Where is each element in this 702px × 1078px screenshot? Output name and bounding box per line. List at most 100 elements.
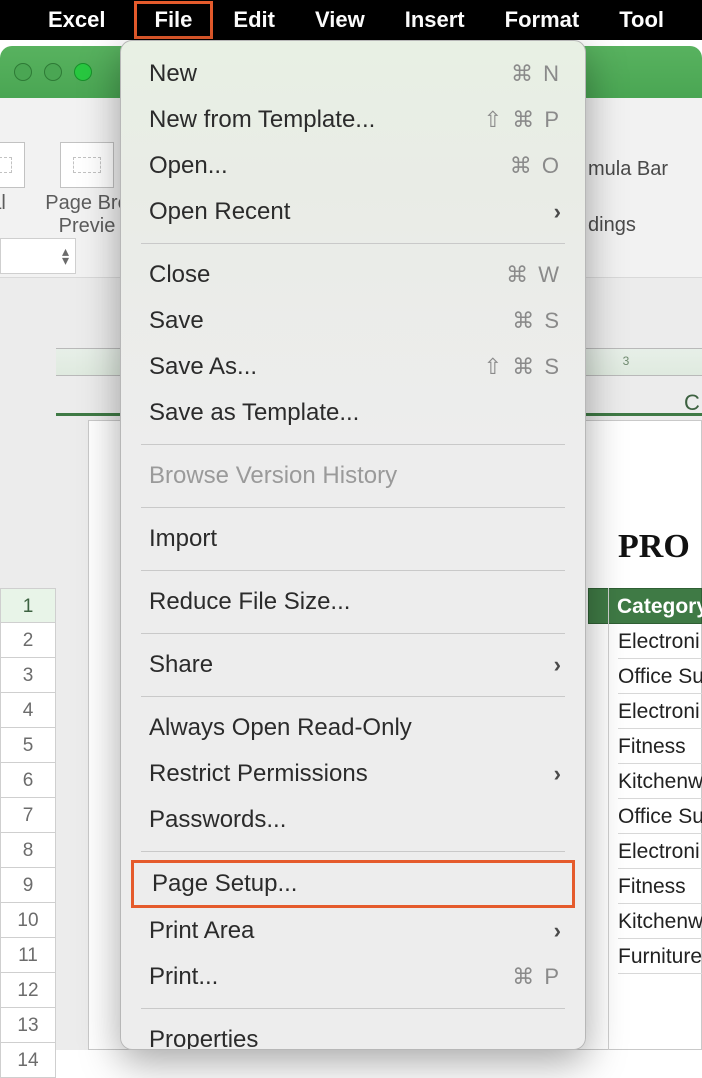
name-box[interactable]: ▴ ▾ xyxy=(0,238,76,274)
menu-item-label: Print Area xyxy=(149,917,254,945)
row-header-9[interactable]: 9 xyxy=(0,868,56,903)
chevron-down-icon[interactable]: ▾ xyxy=(62,256,69,265)
menu-item-label: Open... xyxy=(149,152,228,180)
menu-item-shortcut: ⌘ O xyxy=(510,153,561,179)
row-header-13[interactable]: 13 xyxy=(0,1008,56,1043)
menu-item-reduce-file-size[interactable]: Reduce File Size... xyxy=(121,579,585,625)
chevron-right-icon: › xyxy=(554,761,561,787)
menu-item-new-from-template[interactable]: New from Template...⇧ ⌘ P xyxy=(121,97,585,143)
menu-item-import[interactable]: Import xyxy=(121,516,585,562)
cell-category-r4[interactable]: Electroni xyxy=(618,694,702,729)
menubar-item-insert[interactable]: Insert xyxy=(385,1,485,39)
menu-item-shortcut: ⌘ P xyxy=(512,964,561,990)
menu-item-label: New xyxy=(149,60,197,88)
menu-item-passwords[interactable]: Passwords... xyxy=(121,797,585,843)
menu-separator xyxy=(141,1008,565,1009)
ribbon-normal-view[interactable]: al xyxy=(0,142,34,215)
sheet-title: PRO xyxy=(618,528,690,566)
menubar-item-view[interactable]: View xyxy=(295,1,385,39)
row-header-7[interactable]: 7 xyxy=(0,798,56,833)
row-header-12[interactable]: 12 xyxy=(0,973,56,1008)
menu-item-print[interactable]: Print... ⌘ P xyxy=(121,954,585,1000)
menu-item-page-setup[interactable]: Page Setup... xyxy=(131,860,575,908)
menu-item-new[interactable]: New ⌘ N xyxy=(121,51,585,97)
cell-category-r11[interactable]: Furniture xyxy=(618,939,702,974)
row-header-8[interactable]: 8 xyxy=(0,833,56,868)
menu-item-close[interactable]: Close ⌘ W xyxy=(121,252,585,298)
cell-category-r5[interactable]: Fitness xyxy=(618,729,702,764)
menu-item-share[interactable]: Share › xyxy=(121,642,585,688)
menu-separator xyxy=(141,851,565,852)
menu-item-shortcut: ⌘ N xyxy=(511,61,561,87)
ribbon-label-normal: al xyxy=(0,192,34,215)
row-header-2[interactable]: 2 xyxy=(0,623,56,658)
menu-item-always-open-read-only[interactable]: Always Open Read-Only xyxy=(121,705,585,751)
row-header-11[interactable]: 11 xyxy=(0,938,56,973)
cell-category-r6[interactable]: Kitchenw xyxy=(618,764,702,799)
file-menu-dropdown: New ⌘ N New from Template...⇧ ⌘ P Open... ⌘ … xyxy=(120,40,586,1050)
row-header-6[interactable]: 6 xyxy=(0,763,56,798)
chevron-right-icon: › xyxy=(554,199,561,225)
cell-category-r9[interactable]: Fitness xyxy=(618,869,702,904)
ribbon-formula-bar-label: mula Bar xyxy=(588,158,668,181)
menu-item-open[interactable]: Open... ⌘ O xyxy=(121,143,585,189)
menu-item-browse-version-history: Browse Version History xyxy=(121,453,585,499)
col-sep-b xyxy=(608,588,609,1050)
menu-separator xyxy=(141,633,565,634)
row-header-5[interactable]: 5 xyxy=(0,728,56,763)
menubar-item-edit[interactable]: Edit xyxy=(213,1,295,39)
menu-item-save-as-template[interactable]: Save as Template... xyxy=(121,390,585,436)
menu-item-save[interactable]: Save ⌘ S xyxy=(121,298,585,344)
menu-item-label: Save As... xyxy=(149,353,257,381)
name-box-stepper[interactable]: ▴ ▾ xyxy=(62,247,69,265)
cell-category-r8[interactable]: Electroni xyxy=(618,834,702,869)
menu-item-label: Save as Template... xyxy=(149,399,359,427)
menubar-item-tools[interactable]: Tool xyxy=(599,1,684,39)
menu-item-label: Restrict Permissions xyxy=(149,760,368,788)
menu-item-label: New from Template... xyxy=(149,106,375,134)
table-header-category[interactable]: Category xyxy=(588,588,702,624)
menu-item-restrict-permissions[interactable]: Restrict Permissions › xyxy=(121,751,585,797)
traffic-light-zoom[interactable] xyxy=(74,63,92,81)
page-break-preview-icon xyxy=(60,142,114,188)
cell-category-r3[interactable]: Office Su xyxy=(618,659,702,694)
menu-item-label: Properties xyxy=(149,1026,258,1050)
menu-item-shortcut: ⇧ ⌘ S xyxy=(484,354,561,380)
traffic-light-close[interactable] xyxy=(14,63,32,81)
chevron-right-icon: › xyxy=(554,918,561,944)
menu-item-shortcut: ⌘ W xyxy=(506,262,561,288)
menu-separator xyxy=(141,507,565,508)
menubar-item-file[interactable]: File xyxy=(134,1,214,39)
menu-separator xyxy=(141,696,565,697)
cell-category-r2[interactable]: Electroni xyxy=(618,624,702,659)
row-headers: 1 2 3 4 5 6 7 8 9 10 11 12 13 14 xyxy=(0,588,56,1078)
row-header-10[interactable]: 10 xyxy=(0,903,56,938)
menu-item-label: Print... xyxy=(149,963,218,991)
menu-item-label: Open Recent xyxy=(149,198,290,226)
menu-item-shortcut: ⌘ S xyxy=(512,308,561,334)
menu-separator xyxy=(141,444,565,445)
ribbon-headings-label: dings xyxy=(588,214,636,237)
menu-item-label: Share xyxy=(149,651,213,679)
menubar-app-name[interactable]: Excel xyxy=(28,1,134,39)
menu-item-label: Passwords... xyxy=(149,806,286,834)
menu-separator xyxy=(141,243,565,244)
traffic-light-minimize[interactable] xyxy=(44,63,62,81)
chevron-right-icon: › xyxy=(554,652,561,678)
menu-item-open-recent[interactable]: Open Recent › xyxy=(121,189,585,235)
column-ruler-tick: 3 xyxy=(618,354,634,368)
mac-menubar: Excel File Edit View Insert Format Tool xyxy=(0,0,702,40)
menu-item-label: Reduce File Size... xyxy=(149,588,350,616)
row-header-3[interactable]: 3 xyxy=(0,658,56,693)
row-header-4[interactable]: 4 xyxy=(0,693,56,728)
menu-item-print-area[interactable]: Print Area › xyxy=(121,908,585,954)
row-header-1[interactable]: 1 xyxy=(0,588,56,623)
menu-item-properties[interactable]: Properties xyxy=(121,1017,585,1050)
cell-category-r7[interactable]: Office Su xyxy=(618,799,702,834)
menu-item-label: Close xyxy=(149,261,210,289)
menu-item-label: Save xyxy=(149,307,204,335)
row-header-14[interactable]: 14 xyxy=(0,1043,56,1078)
menu-item-save-as[interactable]: Save As... ⇧ ⌘ S xyxy=(121,344,585,390)
menubar-item-format[interactable]: Format xyxy=(485,1,600,39)
cell-category-r10[interactable]: Kitchenw xyxy=(618,904,702,939)
